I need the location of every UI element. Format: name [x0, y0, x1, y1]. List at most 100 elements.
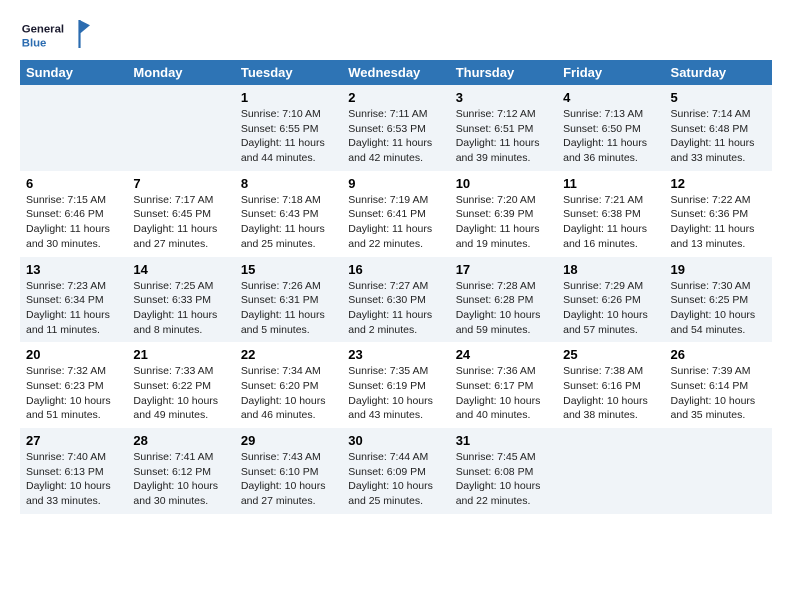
calendar-cell [665, 428, 772, 514]
calendar-cell: 8 Sunrise: 7:18 AMSunset: 6:43 PMDaylight… [235, 171, 342, 257]
calendar-cell: 14 Sunrise: 7:25 AMSunset: 6:33 PMDayligh… [127, 257, 234, 343]
day-info: Sunrise: 7:18 AMSunset: 6:43 PMDaylight:… [241, 193, 336, 252]
day-info: Sunrise: 7:39 AMSunset: 6:14 PMDaylight:… [671, 364, 766, 423]
day-info: Sunrise: 7:30 AMSunset: 6:25 PMDaylight:… [671, 279, 766, 338]
day-info: Sunrise: 7:23 AMSunset: 6:34 PMDaylight:… [26, 279, 121, 338]
calendar-cell: 13 Sunrise: 7:23 AMSunset: 6:34 PMDayligh… [20, 257, 127, 343]
calendar-week-4: 20 Sunrise: 7:32 AMSunset: 6:23 PMDayligh… [20, 342, 772, 428]
day-info: Sunrise: 7:17 AMSunset: 6:45 PMDaylight:… [133, 193, 228, 252]
day-number: 27 [26, 433, 121, 448]
day-number: 8 [241, 176, 336, 191]
calendar-cell: 16Sunrise: 7:27 AMSunset: 6:30 PMDayligh… [342, 257, 449, 343]
day-info: Sunrise: 7:34 AMSunset: 6:20 PMDaylight:… [241, 364, 336, 423]
day-number: 13 [26, 262, 121, 277]
day-number: 29 [241, 433, 336, 448]
calendar-cell: 29 Sunrise: 7:43 AMSunset: 6:10 PMDayligh… [235, 428, 342, 514]
day-number: 20 [26, 347, 121, 362]
calendar-cell: 19 Sunrise: 7:30 AMSunset: 6:25 PMDayligh… [665, 257, 772, 343]
day-info: Sunrise: 7:45 AMSunset: 6:08 PMDaylight:… [456, 450, 551, 509]
calendar-cell: 28Sunrise: 7:41 AMSunset: 6:12 PMDayligh… [127, 428, 234, 514]
calendar-cell: 31Sunrise: 7:45 AMSunset: 6:08 PMDayligh… [450, 428, 557, 514]
day-number: 10 [456, 176, 551, 191]
day-info: Sunrise: 7:12 AMSunset: 6:51 PMDaylight:… [456, 107, 551, 166]
day-info: Sunrise: 7:15 AMSunset: 6:46 PMDaylight:… [26, 193, 121, 252]
day-info: Sunrise: 7:20 AMSunset: 6:39 PMDaylight:… [456, 193, 551, 252]
day-info: Sunrise: 7:38 AMSunset: 6:16 PMDaylight:… [563, 364, 658, 423]
logo-svg: General Blue [20, 16, 90, 52]
calendar-cell: 22Sunrise: 7:34 AMSunset: 6:20 PMDayligh… [235, 342, 342, 428]
calendar-cell [557, 428, 664, 514]
calendar-cell [20, 85, 127, 171]
calendar-cell: 6 Sunrise: 7:15 AMSunset: 6:46 PMDaylight… [20, 171, 127, 257]
calendar-week-2: 6 Sunrise: 7:15 AMSunset: 6:46 PMDaylight… [20, 171, 772, 257]
calendar-cell [127, 85, 234, 171]
calendar-cell: 3 Sunrise: 7:12 AMSunset: 6:51 PMDaylight… [450, 85, 557, 171]
day-info: Sunrise: 7:14 AMSunset: 6:48 PMDaylight:… [671, 107, 766, 166]
calendar-cell: 2Sunrise: 7:11 AMSunset: 6:53 PMDaylight… [342, 85, 449, 171]
day-info: Sunrise: 7:28 AMSunset: 6:28 PMDaylight:… [456, 279, 551, 338]
day-number: 14 [133, 262, 228, 277]
day-number: 21 [133, 347, 228, 362]
calendar-cell: 20 Sunrise: 7:32 AMSunset: 6:23 PMDayligh… [20, 342, 127, 428]
svg-text:Blue: Blue [22, 37, 47, 49]
calendar-cell: 30 Sunrise: 7:44 AMSunset: 6:09 PMDayligh… [342, 428, 449, 514]
calendar-cell: 26 Sunrise: 7:39 AMSunset: 6:14 PMDayligh… [665, 342, 772, 428]
day-info: Sunrise: 7:43 AMSunset: 6:10 PMDaylight:… [241, 450, 336, 509]
weekday-header-thursday: Thursday [450, 60, 557, 85]
calendar-cell: 24Sunrise: 7:36 AMSunset: 6:17 PMDayligh… [450, 342, 557, 428]
day-number: 16 [348, 262, 443, 277]
day-info: Sunrise: 7:33 AMSunset: 6:22 PMDaylight:… [133, 364, 228, 423]
day-number: 23 [348, 347, 443, 362]
calendar-cell: 18Sunrise: 7:29 AMSunset: 6:26 PMDayligh… [557, 257, 664, 343]
weekday-header-friday: Friday [557, 60, 664, 85]
calendar-cell: 1Sunrise: 7:10 AMSunset: 6:55 PMDaylight… [235, 85, 342, 171]
calendar-cell: 11 Sunrise: 7:21 AMSunset: 6:38 PMDayligh… [557, 171, 664, 257]
svg-text:General: General [22, 23, 64, 35]
day-number: 4 [563, 90, 658, 105]
day-number: 25 [563, 347, 658, 362]
day-number: 24 [456, 347, 551, 362]
calendar-cell: 21 Sunrise: 7:33 AMSunset: 6:22 PMDayligh… [127, 342, 234, 428]
day-info: Sunrise: 7:22 AMSunset: 6:36 PMDaylight:… [671, 193, 766, 252]
day-info: Sunrise: 7:44 AMSunset: 6:09 PMDaylight:… [348, 450, 443, 509]
calendar-cell: 25 Sunrise: 7:38 AMSunset: 6:16 PMDayligh… [557, 342, 664, 428]
day-number: 11 [563, 176, 658, 191]
weekday-header-monday: Monday [127, 60, 234, 85]
weekday-header-sunday: Sunday [20, 60, 127, 85]
day-info: Sunrise: 7:13 AMSunset: 6:50 PMDaylight:… [563, 107, 658, 166]
day-number: 2 [348, 90, 443, 105]
calendar-cell: 4 Sunrise: 7:13 AMSunset: 6:50 PMDaylight… [557, 85, 664, 171]
calendar-cell: 9 Sunrise: 7:19 AMSunset: 6:41 PMDaylight… [342, 171, 449, 257]
logo: General Blue [20, 16, 90, 52]
calendar-week-5: 27Sunrise: 7:40 AMSunset: 6:13 PMDayligh… [20, 428, 772, 514]
day-number: 1 [241, 90, 336, 105]
calendar-cell: 12 Sunrise: 7:22 AMSunset: 6:36 PMDayligh… [665, 171, 772, 257]
day-number: 6 [26, 176, 121, 191]
day-info: Sunrise: 7:25 AMSunset: 6:33 PMDaylight:… [133, 279, 228, 338]
day-number: 9 [348, 176, 443, 191]
day-number: 30 [348, 433, 443, 448]
weekday-header-tuesday: Tuesday [235, 60, 342, 85]
day-number: 15 [241, 262, 336, 277]
weekday-header-wednesday: Wednesday [342, 60, 449, 85]
day-number: 7 [133, 176, 228, 191]
day-info: Sunrise: 7:19 AMSunset: 6:41 PMDaylight:… [348, 193, 443, 252]
day-number: 26 [671, 347, 766, 362]
calendar-week-3: 13 Sunrise: 7:23 AMSunset: 6:34 PMDayligh… [20, 257, 772, 343]
calendar-cell: 23 Sunrise: 7:35 AMSunset: 6:19 PMDayligh… [342, 342, 449, 428]
calendar-table: SundayMondayTuesdayWednesdayThursdayFrid… [20, 60, 772, 514]
day-number: 12 [671, 176, 766, 191]
calendar-cell: 27Sunrise: 7:40 AMSunset: 6:13 PMDayligh… [20, 428, 127, 514]
calendar-cell: 10 Sunrise: 7:20 AMSunset: 6:39 PMDayligh… [450, 171, 557, 257]
calendar-cell: 15 Sunrise: 7:26 AMSunset: 6:31 PMDayligh… [235, 257, 342, 343]
day-info: Sunrise: 7:32 AMSunset: 6:23 PMDaylight:… [26, 364, 121, 423]
day-info: Sunrise: 7:21 AMSunset: 6:38 PMDaylight:… [563, 193, 658, 252]
day-number: 17 [456, 262, 551, 277]
day-info: Sunrise: 7:35 AMSunset: 6:19 PMDaylight:… [348, 364, 443, 423]
day-number: 3 [456, 90, 551, 105]
day-number: 19 [671, 262, 766, 277]
day-info: Sunrise: 7:29 AMSunset: 6:26 PMDaylight:… [563, 279, 658, 338]
weekday-header-row: SundayMondayTuesdayWednesdayThursdayFrid… [20, 60, 772, 85]
day-info: Sunrise: 7:26 AMSunset: 6:31 PMDaylight:… [241, 279, 336, 338]
day-number: 28 [133, 433, 228, 448]
